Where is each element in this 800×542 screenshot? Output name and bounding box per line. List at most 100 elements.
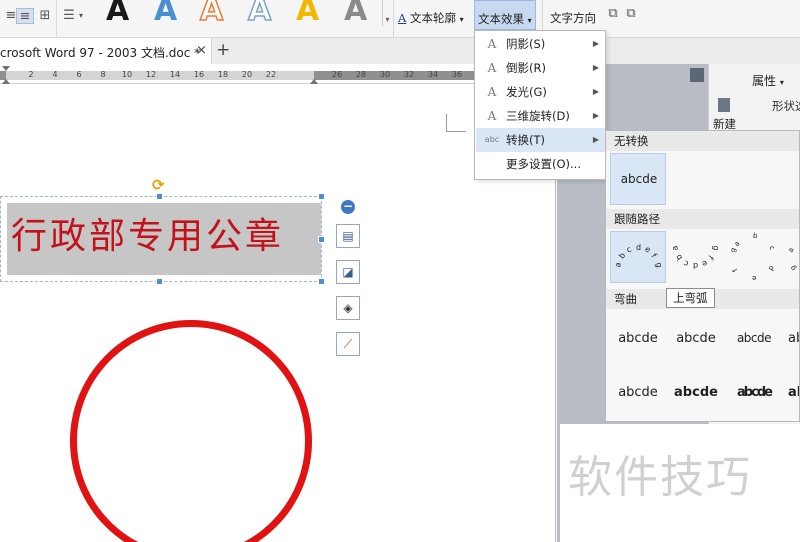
layout-options-icon[interactable]: ▤ — [336, 224, 360, 248]
arc-letter: d — [636, 243, 642, 252]
arc-letter: c — [767, 244, 777, 252]
wordart-style-gray[interactable]: A — [344, 0, 367, 28]
dropdown-arrow-icon[interactable]: ▾ — [72, 8, 90, 24]
close-tab-icon[interactable]: × — [196, 43, 207, 58]
arc-letter: a — [670, 245, 681, 252]
option-sample-text: abcde — [620, 172, 658, 186]
menu-item-reflection[interactable]: A 倒影(R) ▶ — [476, 56, 605, 80]
text-outline-label: 文本轮廓 — [409, 11, 456, 25]
horizontal-ruler[interactable]: 2468101214161820222628303234363840 — [0, 66, 556, 84]
collapse-icon[interactable]: − — [341, 200, 355, 214]
arc-letter: g — [728, 246, 739, 254]
gallery-more-icon[interactable]: ▾ — [382, 0, 392, 26]
wordart-style-yellow[interactable]: A — [296, 0, 319, 28]
wordart-style-orange-outline[interactable]: A — [199, 0, 224, 28]
menu-item-label: 倒影(R) — [506, 61, 546, 75]
arc-letter: e — [700, 258, 709, 269]
warp-option-1[interactable]: abcde — [610, 313, 666, 365]
text-direction-button[interactable]: 文字方向 — [550, 10, 596, 26]
arc-letter: g — [788, 263, 798, 272]
section-follow-path: 跟随路径 — [606, 209, 799, 229]
text-effect-label: 文本效果 ▾ — [478, 12, 532, 26]
shape-style-icon[interactable]: ◪ — [336, 260, 360, 284]
transform-circle-option[interactable]: a bc de f g — [726, 231, 782, 283]
document-tab[interactable]: crosoft Word 97 - 2003 文档.doc * × — [0, 38, 212, 64]
warp-option-2[interactable]: abcde — [668, 313, 724, 365]
warp-option-6[interactable]: abcde — [668, 367, 724, 419]
menu-item-label: 阴影(S) — [506, 37, 546, 51]
menu-item-glow[interactable]: A 发光(G) ▶ — [476, 80, 605, 104]
ruler-tick-label: 34 — [427, 70, 439, 79]
chevron-right-icon: ▶ — [592, 135, 599, 144]
new-document-icon — [718, 98, 730, 112]
chevron-right-icon: ▶ — [592, 63, 599, 72]
seal-circle-shape[interactable] — [70, 320, 312, 542]
properties-title[interactable]: 属性 ▾ — [752, 72, 784, 89]
ruler-tick-label: 8 — [100, 70, 106, 79]
new-tab-icon[interactable]: + — [216, 40, 230, 60]
arc-letter: f — [649, 251, 659, 260]
transform-arch-down-option[interactable]: abcdefg — [668, 231, 724, 283]
transform-button-option[interactable]: abcdefg — [784, 231, 799, 283]
ruler-tick-label: 16 — [193, 70, 205, 79]
ruler-tick-label: 22 — [265, 70, 277, 79]
warp-option-8[interactable]: abc — [784, 367, 799, 419]
warp-option-5[interactable]: abcde — [610, 367, 666, 419]
arc-letter: b — [673, 252, 685, 262]
menu-item-label: 发光(G) — [506, 85, 547, 99]
wordart-style-blue[interactable]: A — [154, 0, 177, 28]
ruler-tick-label: 10 — [121, 70, 133, 79]
wordart-text[interactable]: 行政部专用公章 — [11, 215, 284, 259]
arc-letter: c — [625, 244, 633, 255]
fill-color-icon[interactable]: ◈ — [336, 296, 360, 320]
transform-none-option[interactable]: abcde — [610, 153, 666, 205]
warp-option-3[interactable]: abcde — [726, 313, 782, 365]
text-outline-icon: A — [398, 11, 407, 25]
arc-letter: a — [732, 239, 742, 248]
distribute-icon[interactable]: ⊞ — [36, 8, 54, 24]
text-effect-button[interactable]: 文本效果 ▾ — [474, 0, 536, 30]
document-tab-title: crosoft Word 97 - 2003 文档.doc * — [0, 46, 201, 60]
transform-gallery: 无转换 abcde 跟随路径 abcdefg abcdefg abcdefg a… — [605, 130, 800, 422]
align-justify-icon[interactable]: ≡ — [16, 8, 34, 24]
link-box-icon[interactable]: ⧉ — [622, 6, 640, 22]
chevron-right-icon: ▶ — [592, 39, 599, 48]
resize-handle-top[interactable] — [156, 193, 163, 200]
text-box-icon[interactable]: ⧉ — [604, 6, 622, 22]
text-direction-label: 文字方向 — [550, 11, 596, 25]
wordart-style-blue-outline[interactable]: A — [247, 0, 272, 28]
chevron-down-icon: ▾ — [459, 15, 464, 24]
resize-handle-bottom[interactable] — [156, 278, 163, 285]
text-outline-button[interactable]: A 文本轮廓 ▾ — [398, 10, 464, 28]
panel-toggle-icon[interactable] — [690, 68, 704, 82]
shape-options-label[interactable]: 形状选 — [772, 98, 800, 114]
wordart-style-black[interactable]: A — [106, 0, 129, 28]
arc-letter: d — [693, 261, 699, 270]
resize-handle-right[interactable] — [318, 236, 325, 243]
first-line-indent-marker[interactable] — [2, 66, 10, 71]
menu-item-transform[interactable]: abc 转换(T) ▶ — [476, 128, 605, 152]
warp-option-4[interactable]: abc — [784, 313, 799, 365]
ruler-tick-label: 6 — [76, 70, 82, 79]
resize-handle-top-right[interactable] — [318, 193, 325, 200]
document-page[interactable]: ⟳ 行政部专用公章 − ▤ ◪ ◈ ⟋ — [0, 84, 556, 542]
menu-item-more-settings[interactable]: 更多设置(O)... — [476, 152, 605, 176]
arc-letter: c — [682, 258, 690, 269]
ruler-tick-label: 28 — [355, 70, 367, 79]
outline-color-icon[interactable]: ⟋ — [336, 332, 360, 356]
arc-letter: g — [653, 261, 664, 268]
resize-handle-bottom-right[interactable] — [318, 278, 325, 285]
warp-option-7[interactable]: abcde — [726, 367, 782, 419]
glow-icon: A — [487, 85, 497, 99]
menu-item-3d-rotation[interactable]: A 三维旋转(D) ▶ — [476, 104, 605, 128]
text-effect-menu: A 阴影(S) ▶ A 倒影(R) ▶ A 发光(G) ▶ A 三维旋转(D) … — [474, 30, 606, 180]
ruler-tick-label: 12 — [145, 70, 157, 79]
transform-arch-up-option[interactable]: abcdefg — [610, 231, 666, 283]
menu-item-shadow[interactable]: A 阴影(S) ▶ — [476, 32, 605, 56]
reflection-icon: A — [487, 61, 497, 75]
arc-letter: e — [643, 244, 652, 255]
rotate-handle-icon[interactable]: ⟳ — [152, 176, 165, 194]
wordart-textbox[interactable]: 行政部专用公章 — [0, 193, 325, 285]
arc-letter: f — [731, 266, 740, 273]
separator — [393, 0, 394, 38]
